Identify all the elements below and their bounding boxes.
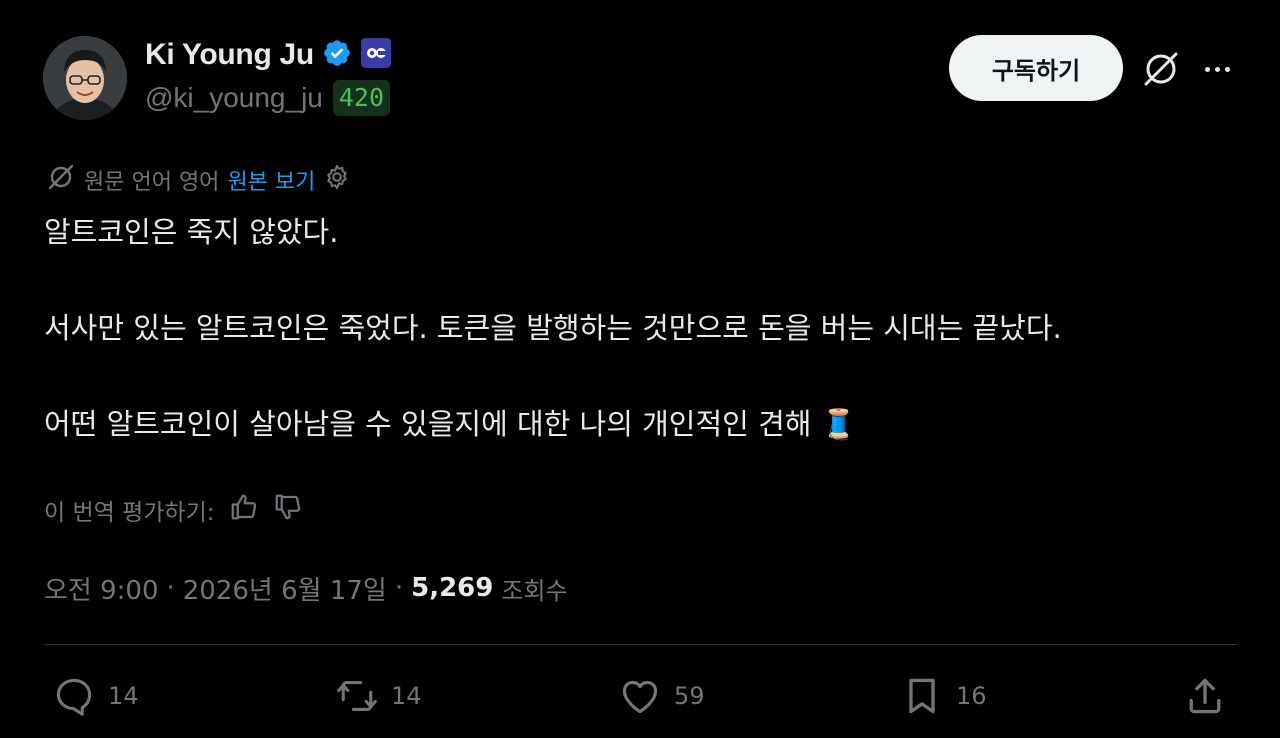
separator: · xyxy=(394,573,404,603)
author-name[interactable]: Ki Young Ju xyxy=(145,38,314,72)
subscribe-button[interactable]: 구독하기 xyxy=(949,35,1123,101)
translation-notice: 원문 언어 영어 원본 보기 xyxy=(46,164,351,196)
heart-icon xyxy=(618,674,662,718)
author-handle-row: @ki_young_ju 420 xyxy=(145,80,391,116)
thread-spool-icon: 🧵 xyxy=(820,407,857,441)
bookmark-button[interactable]: 16 xyxy=(900,672,987,720)
reply-button[interactable]: 14 xyxy=(52,672,139,720)
rate-translation: 이 번역 평가하기: xyxy=(44,494,303,526)
repost-icon xyxy=(335,674,379,718)
views-count[interactable]: 5,269 xyxy=(411,573,493,603)
bookmark-icon xyxy=(900,674,944,718)
thumbs-down-icon[interactable] xyxy=(273,492,303,528)
reply-count: 14 xyxy=(108,682,139,710)
tweet-meta: 오전 9:00 · 2026년 6월 17일 · 5,269 조회수 xyxy=(44,568,568,608)
gear-icon[interactable] xyxy=(323,163,351,197)
original-language-text: 원문 언어 영어 xyxy=(84,170,220,195)
translate-grok-icon xyxy=(46,162,76,198)
like-button[interactable]: 59 xyxy=(618,672,705,720)
like-count: 59 xyxy=(674,682,705,710)
author-handle[interactable]: @ki_young_ju xyxy=(145,82,323,114)
repost-count: 14 xyxy=(391,682,422,710)
score-badge: 420 xyxy=(332,80,391,116)
reply-icon xyxy=(52,674,96,718)
divider xyxy=(44,644,1238,645)
repost-button[interactable]: 14 xyxy=(335,672,422,720)
grok-icon[interactable] xyxy=(1140,48,1182,90)
tweet-line-text: 어떤 알트코인이 살아남을 수 있을지에 대한 나의 개인적인 견해 xyxy=(44,407,812,441)
thumbs-up-icon[interactable] xyxy=(229,492,259,528)
tweet-line: 서사만 있는 알트코인은 죽었다. 토큰을 발행하는 것만으로 돈을 버는 시대… xyxy=(44,311,1062,345)
affiliate-badge-icon[interactable] xyxy=(360,37,392,73)
rate-translation-label: 이 번역 평가하기: xyxy=(44,500,215,526)
author-name-row: Ki Young Ju xyxy=(145,37,392,73)
separator: · xyxy=(166,573,175,603)
share-button[interactable] xyxy=(1183,672,1227,720)
avatar[interactable] xyxy=(43,36,127,120)
tweet-text: 알트코인은 죽지 않았다. 서사만 있는 알트코인은 죽었다. 토큰을 발행하는… xyxy=(44,212,1244,444)
avatar-image xyxy=(43,36,127,120)
tweet-time[interactable]: 오전 9:00 xyxy=(44,570,159,607)
views-label: 조회수 xyxy=(501,576,568,605)
tweet-date[interactable]: 2026년 6월 17일 xyxy=(183,570,387,607)
verified-badge-icon[interactable] xyxy=(322,38,352,72)
view-original-link[interactable]: 원본 보기 xyxy=(227,164,315,196)
share-icon xyxy=(1183,674,1227,718)
tweet-line: 알트코인은 죽지 않았다. xyxy=(44,215,339,249)
more-icon[interactable] xyxy=(1196,48,1238,90)
bookmark-count: 16 xyxy=(956,682,987,710)
tweet-line: 어떤 알트코인이 살아남을 수 있을지에 대한 나의 개인적인 견해 🧵 xyxy=(44,404,1244,444)
